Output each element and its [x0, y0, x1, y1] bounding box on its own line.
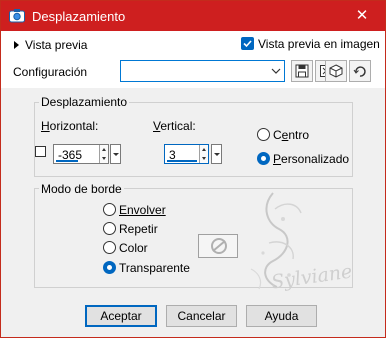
wrap-radio[interactable] — [103, 203, 116, 216]
config-preset-combobox[interactable] — [120, 60, 285, 82]
custom-radio-label: Personalizado — [273, 152, 350, 166]
help-button[interactable]: Ayuda — [246, 305, 317, 327]
help-button-label: Ayuda — [264, 309, 299, 323]
randomize-button[interactable] — [325, 60, 347, 82]
spin-up-icon — [202, 148, 206, 151]
repeat-radio-label: Repetir — [119, 222, 158, 236]
close-button[interactable]: ✕ — [339, 1, 385, 31]
custom-radio-label-tail: ersonalizado — [281, 152, 350, 166]
wrap-radio-label: Envolver — [119, 203, 166, 217]
chevron-down-icon — [271, 68, 281, 74]
save-preset-icon — [295, 64, 309, 78]
close-icon: ✕ — [355, 7, 369, 24]
ok-button-label: Aceptar — [100, 309, 142, 323]
custom-radio[interactable] — [257, 152, 270, 165]
link-offsets-checkbox[interactable] — [35, 146, 46, 157]
dialog-window: Desplazamiento ✕ Vista previa Vista prev… — [0, 0, 386, 338]
horizontal-offset-spinner[interactable] — [99, 145, 108, 163]
undo-preset-button[interactable] — [349, 60, 371, 82]
vertical-offset-input[interactable]: 3 — [164, 144, 209, 164]
spin-up-icon — [102, 148, 106, 151]
repeat-radio[interactable] — [103, 222, 116, 235]
checkmark-icon — [243, 40, 252, 48]
config-label: Configuración — [13, 65, 88, 79]
transparent-radio[interactable] — [103, 261, 116, 274]
cancel-button[interactable]: Cancelar — [166, 305, 237, 327]
vertical-offset-dropdown[interactable] — [211, 144, 222, 164]
color-radio-label: Color — [119, 241, 148, 255]
preview-toggle-label: Vista previa — [25, 38, 88, 52]
center-radio-label-tail: ntro — [288, 128, 310, 142]
camera-app-icon — [9, 9, 25, 23]
color-radio[interactable] — [103, 241, 116, 254]
preview-toggle[interactable]: Vista previa — [14, 38, 87, 52]
horizontal-offset-dropdown[interactable] — [110, 144, 121, 164]
randomize-icon — [329, 64, 343, 78]
undo-preset-icon — [353, 66, 366, 77]
vertical-offset-underline — [167, 160, 197, 162]
center-radio-label: Centro — [273, 128, 310, 142]
vertical-offset-spinner[interactable] — [199, 145, 208, 163]
expand-triangle-icon — [14, 41, 19, 49]
horizontal-label-tail: orizontal: — [49, 119, 99, 133]
spin-down-icon — [202, 157, 206, 160]
spin-down-icon — [102, 157, 106, 160]
vertical-label-tail: ertical: — [160, 119, 196, 133]
preview-in-image-checkbox[interactable] — [241, 37, 254, 50]
center-radio[interactable] — [257, 128, 270, 141]
horizontal-offset-input[interactable]: -365 — [53, 144, 109, 164]
cancel-button-label: Cancelar — [177, 309, 226, 323]
save-preset-button[interactable] — [291, 60, 313, 82]
transparent-radio-label: Transparente — [119, 261, 190, 275]
edge-mode-group-title: Modo de borde — [39, 182, 124, 196]
horizontal-label: Horizontal: — [41, 119, 99, 133]
window-title: Desplazamiento — [32, 9, 126, 24]
offset-group-title: Desplazamiento — [39, 95, 130, 109]
preview-in-image-label: Vista previa en imagen — [258, 37, 380, 51]
wrap-radio-label-text: Envolver — [119, 203, 166, 217]
ok-button[interactable]: Aceptar — [85, 305, 157, 327]
no-color-icon — [211, 238, 227, 254]
horizontal-offset-underline — [56, 160, 78, 162]
edge-color-swatch[interactable] — [198, 234, 238, 258]
title-bar[interactable]: Desplazamiento ✕ — [1, 1, 385, 31]
vertical-label: Vertical: — [153, 119, 196, 133]
